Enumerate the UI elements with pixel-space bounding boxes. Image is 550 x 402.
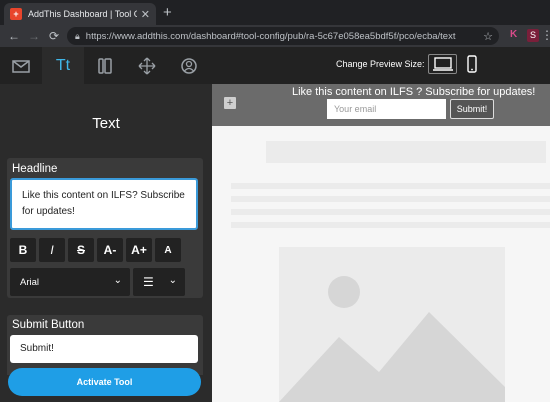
close-tab-icon[interactable]: ✕ — [141, 8, 150, 21]
chevron-down-icon: ⌄ — [113, 275, 122, 286]
back-arrow-icon[interactable]: ← — [4, 29, 24, 43]
tab-position[interactable] — [126, 47, 168, 84]
bold-button[interactable]: B — [10, 238, 36, 262]
email-input[interactable]: Your email — [327, 99, 446, 119]
chevron-down-icon: ⌄ — [168, 275, 177, 286]
font-family-select[interactable]: Arial ⌄ — [10, 268, 130, 296]
extension-k-icon[interactable]: K — [510, 29, 517, 40]
tab-text[interactable]: Tt — [42, 47, 84, 84]
italic-button[interactable]: I — [39, 238, 65, 262]
submit-button-label: Submit Button — [12, 319, 85, 331]
submit-text-field[interactable]: Submit! — [10, 335, 198, 363]
font-family-value: Arial — [20, 276, 40, 288]
url-text: https://www.addthis.com/dashboard#tool-c… — [85, 30, 456, 42]
preview-header: Change Preview Size: — [212, 47, 550, 84]
tab-email[interactable] — [0, 47, 42, 84]
desktop-icon — [432, 57, 453, 71]
submit-button-card: Submit Button Submit! — [7, 315, 203, 375]
expand-icon[interactable]: + — [224, 97, 236, 109]
move-icon — [138, 57, 156, 74]
text-icon: Tt — [55, 56, 71, 74]
font-color-button[interactable]: A — [155, 238, 181, 262]
new-tab-icon[interactable]: + — [163, 3, 172, 23]
banner-headline: Like this content on ILFS ? Subscribe fo… — [292, 86, 536, 98]
browser-tab[interactable]: + AddThis Dashboard | Tool Gallery ✕ — [4, 3, 156, 25]
addthis-app: Tt Text Headline Like this content on IL… — [0, 47, 550, 402]
headline-textarea[interactable]: Like this content on ILFS? Subscribe for… — [10, 178, 198, 230]
bookmark-star-icon[interactable]: ☆ — [483, 30, 493, 43]
desktop-preview-button[interactable] — [428, 54, 457, 74]
headline-card: Headline Like this content on ILFS? Subs… — [7, 158, 203, 298]
url-field[interactable]: 🔒︎ https://www.addthis.com/dashboard#too… — [67, 27, 499, 45]
placeholder-line — [231, 183, 550, 189]
mail-icon — [12, 59, 30, 73]
activate-tool-button[interactable]: Activate Tool — [8, 368, 201, 396]
browser-tab-bar: + AddThis Dashboard | Tool Gallery ✕ + — [0, 0, 550, 25]
strikethrough-button[interactable]: S — [68, 238, 94, 262]
tool-config-tabs: Tt — [0, 47, 212, 84]
tab-layout[interactable] — [84, 47, 126, 84]
reload-icon[interactable]: ⟳ — [44, 29, 64, 43]
preview-size-label: Change Preview Size: — [336, 59, 425, 69]
tab-title: AddThis Dashboard | Tool Gallery — [28, 9, 137, 19]
addthis-favicon-icon: + — [10, 8, 22, 20]
placeholder-line — [231, 196, 550, 202]
browser-menu-icon[interactable]: ⋮ — [541, 28, 550, 42]
preview-canvas: + Like this content on ILFS ? Subscribe … — [212, 84, 550, 402]
headline-text-line2: for updates! — [22, 206, 75, 217]
lock-icon: 🔒︎ — [75, 30, 80, 41]
image-icon — [279, 276, 505, 402]
target-icon — [181, 57, 197, 74]
extension-s-icon[interactable]: S — [527, 29, 539, 42]
layout-icon — [98, 57, 112, 74]
text-align-select[interactable]: ☰ ⌄ — [133, 268, 185, 296]
decrease-font-button[interactable]: A- — [97, 238, 123, 262]
settings-panel: Tt Text Headline Like this content on IL… — [0, 47, 212, 402]
headline-text-line1: Like this content on ILFS? Subscribe — [22, 190, 185, 201]
subscribe-banner: + Like this content on ILFS ? Subscribe … — [212, 84, 550, 126]
forward-arrow-icon[interactable]: → — [24, 29, 44, 43]
panel-title: Text — [92, 115, 120, 132]
font-color-label: A — [164, 244, 172, 256]
format-toolbar: B I S A- A+ A — [10, 238, 181, 262]
tab-targeting[interactable] — [168, 47, 210, 84]
mobile-preview-button[interactable] — [466, 54, 478, 74]
headline-label: Headline — [12, 163, 58, 175]
address-bar-row: ← → ⟳ 🔒︎ https://www.addthis.com/dashboa… — [0, 25, 550, 47]
placeholder-line — [231, 209, 550, 215]
increase-font-button[interactable]: A+ — [126, 238, 152, 262]
mobile-icon — [467, 55, 477, 73]
align-center-icon: ☰ — [143, 275, 154, 289]
banner-submit-button[interactable]: Submit! — [450, 99, 494, 119]
image-placeholder — [279, 247, 505, 402]
placeholder-line — [231, 222, 550, 228]
placeholder-bar — [266, 141, 546, 163]
